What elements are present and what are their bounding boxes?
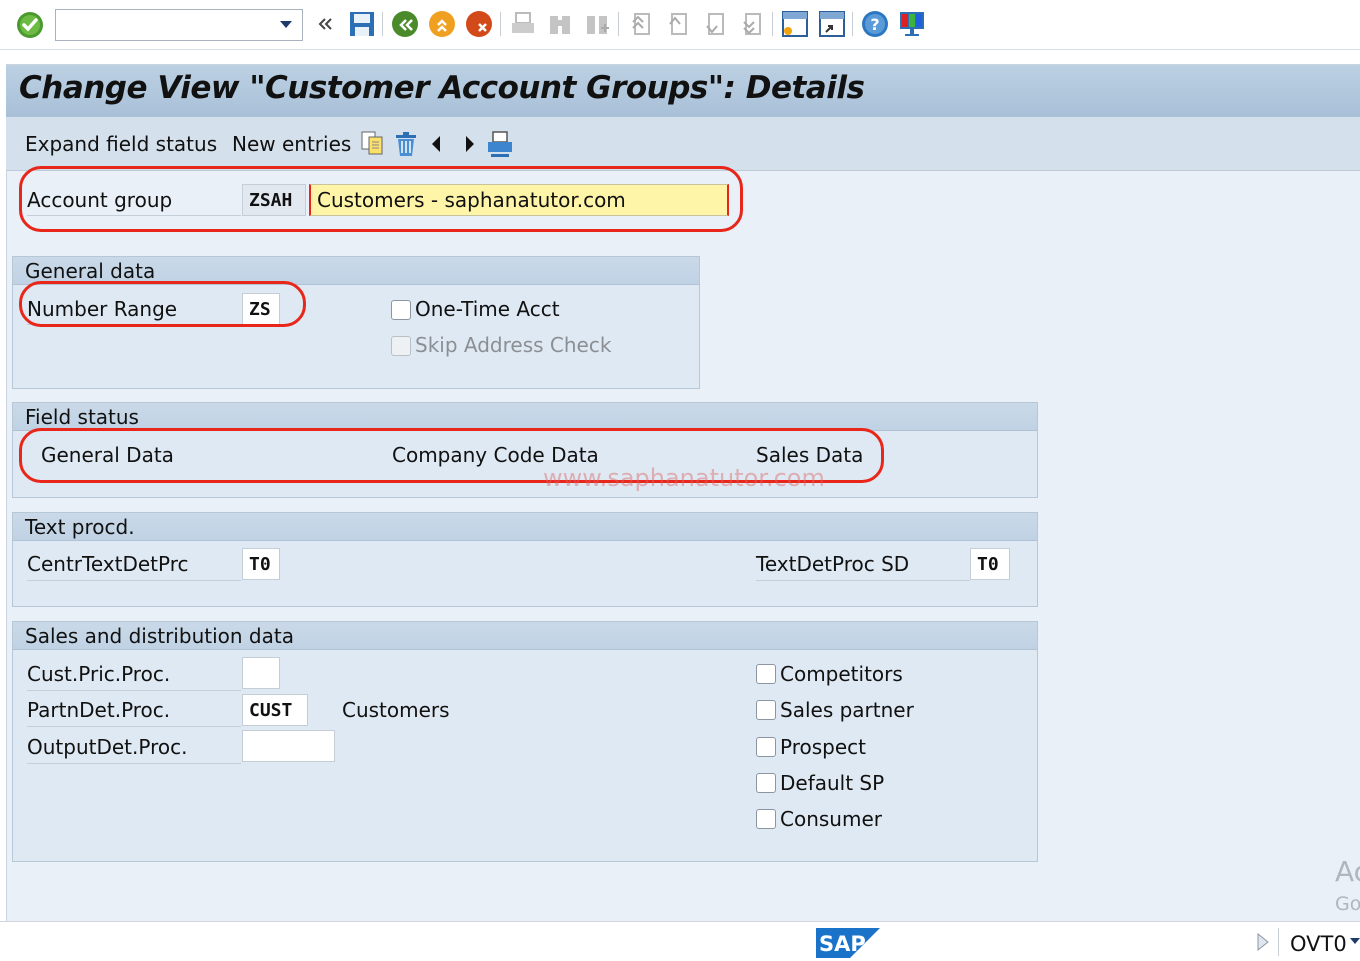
default-sp-label: Default SP (780, 771, 885, 795)
transaction-code: OVT0 (1290, 932, 1347, 956)
sales-partner-checkbox[interactable] (756, 700, 776, 720)
prospect-checkbox[interactable] (756, 737, 776, 757)
centr-text-det-prc-label: CentrTextDetPrc (27, 552, 189, 576)
field-status-header: Field status (13, 403, 1037, 431)
one-time-acct-checkbox[interactable] (391, 300, 411, 320)
output-det-proc-field[interactable] (242, 730, 335, 762)
label-underline (27, 763, 241, 764)
toolbar-separator (500, 12, 501, 36)
print-icon[interactable] (509, 10, 537, 38)
status-expand-icon[interactable] (1256, 932, 1270, 952)
text-procd-header: Text procd. (13, 513, 1037, 541)
create-session-icon[interactable] (781, 10, 809, 38)
enter-checkmark-icon[interactable] (16, 11, 44, 39)
partn-det-proc-description: Customers (342, 698, 450, 722)
label-underline (27, 690, 241, 691)
general-data-group: General data (12, 256, 700, 389)
default-sp-checkbox[interactable] (756, 773, 776, 793)
first-page-icon[interactable] (627, 10, 655, 38)
create-shortcut-icon[interactable] (818, 10, 846, 38)
svg-text:?: ? (870, 15, 879, 34)
sap-logo-icon: SAP (816, 928, 880, 958)
exit-icon[interactable] (428, 10, 456, 38)
prospect-label: Prospect (780, 735, 866, 759)
next-entry-icon[interactable] (462, 133, 478, 155)
back-icon[interactable] (391, 10, 419, 38)
toolbar-separator (618, 12, 619, 36)
copy-icon[interactable] (360, 130, 386, 156)
find-next-icon[interactable] (583, 10, 611, 38)
general-data-title: General data (25, 259, 156, 283)
account-group-code-field[interactable]: ZSAH (242, 184, 306, 216)
sales-distribution-header: Sales and distribution data (13, 622, 1037, 650)
consumer-checkbox[interactable] (756, 809, 776, 829)
save-icon[interactable] (348, 10, 376, 38)
label-underline (27, 580, 241, 581)
command-dropdown-icon[interactable] (280, 21, 292, 28)
one-time-acct-label: One-Time Acct (415, 297, 560, 321)
centr-text-det-prc-field[interactable]: T0 (242, 548, 280, 580)
transaction-dropdown-icon[interactable] (1350, 938, 1360, 946)
previous-entry-icon[interactable] (428, 133, 444, 155)
new-entries-button[interactable]: New entries (232, 132, 351, 156)
cust-pric-proc-label: Cust.Pric.Proc. (27, 662, 171, 686)
toolbar-separator (382, 12, 383, 36)
expand-field-status-button[interactable]: Expand field status (25, 132, 217, 156)
page-title: Change View "Customer Account Groups": D… (19, 70, 865, 106)
number-range-label: Number Range (27, 297, 178, 321)
sales-distribution-title: Sales and distribution data (25, 624, 294, 648)
activation-watermark-line2: Go (1335, 893, 1360, 915)
text-procd-title: Text procd. (25, 515, 135, 539)
label-underline (27, 324, 241, 325)
status-bar (0, 921, 1360, 961)
toolbar-separator (772, 12, 773, 36)
account-group-label: Account group (27, 188, 173, 212)
activation-watermark-line1: Ac (1335, 855, 1360, 888)
field-status-general-data-link[interactable]: General Data (41, 443, 174, 467)
number-range-field[interactable]: ZS (242, 293, 280, 325)
consumer-label: Consumer (780, 807, 882, 831)
label-underline (27, 726, 241, 727)
field-status-title: Field status (25, 405, 139, 429)
find-icon[interactable] (546, 10, 574, 38)
skip-address-check-checkbox (391, 336, 411, 356)
account-group-description-input[interactable]: Customers - saphanatutor.com (309, 184, 729, 216)
print-icon[interactable] (486, 130, 514, 158)
competitors-checkbox[interactable] (756, 664, 776, 684)
text-det-proc-sd-field[interactable]: T0 (970, 548, 1010, 580)
collapse-chevrons-icon[interactable] (312, 10, 340, 38)
previous-page-icon[interactable] (664, 10, 692, 38)
watermark-text: www.saphanatutor.com (543, 464, 825, 492)
competitors-label: Competitors (780, 662, 903, 686)
help-icon[interactable]: ? (861, 10, 889, 38)
toolbar-separator (852, 12, 853, 36)
skip-address-check-label: Skip Address Check (415, 333, 612, 357)
sales-partner-label: Sales partner (780, 698, 914, 722)
cancel-icon[interactable] (465, 10, 493, 38)
cust-pric-proc-field[interactable] (242, 657, 280, 689)
system-toolbar: ? (0, 0, 1360, 50)
output-det-proc-label: OutputDet.Proc. (27, 735, 188, 759)
status-separator (1278, 928, 1279, 956)
sap-logo-text: SAP (819, 932, 866, 956)
delete-icon[interactable] (392, 130, 420, 158)
partn-det-proc-field[interactable]: CUST (242, 694, 308, 726)
last-page-icon[interactable] (738, 10, 766, 38)
label-underline (27, 215, 241, 216)
label-underline (756, 580, 970, 581)
partn-det-proc-label: PartnDet.Proc. (27, 698, 171, 722)
customize-layout-icon[interactable] (898, 10, 926, 38)
command-field[interactable] (55, 9, 303, 41)
next-page-icon[interactable] (701, 10, 729, 38)
general-data-header: General data (13, 257, 699, 285)
text-det-proc-sd-label: TextDetProc SD (756, 552, 910, 576)
